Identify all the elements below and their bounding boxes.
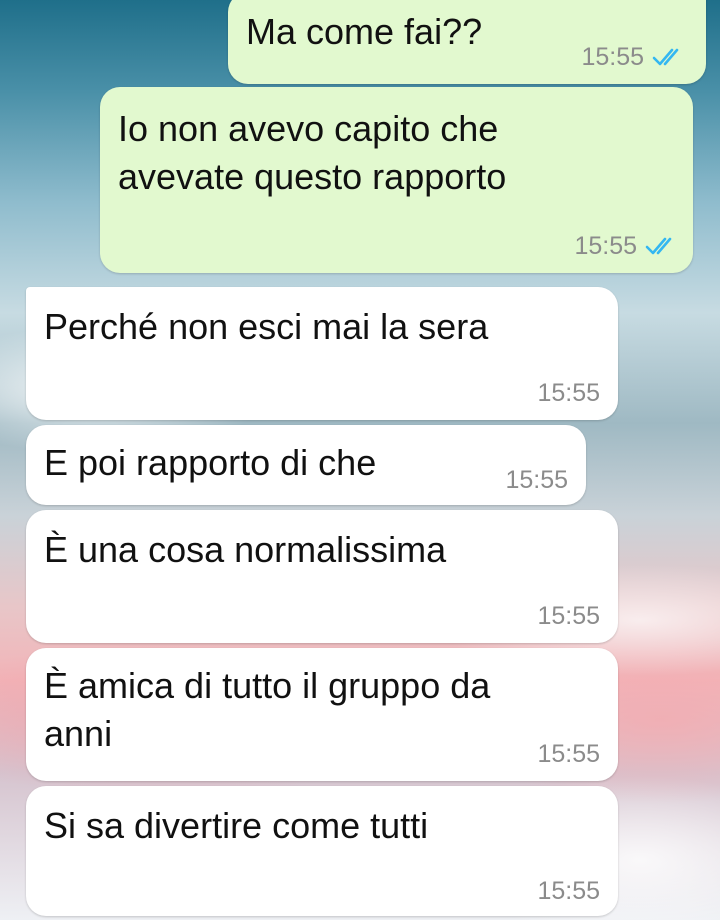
message-bubble-sent[interactable]: Ma come fai?? 15:55 — [228, 0, 706, 84]
double-check-icon — [645, 237, 672, 255]
message-bubble-received[interactable]: Si sa divertire come tutti 15:55 — [26, 786, 618, 916]
message-time: 15:55 — [537, 602, 600, 630]
message-time: 15:55 — [537, 877, 600, 905]
message-bubble-received[interactable]: È amica di tutto il gruppo da anni 15:55 — [26, 648, 618, 781]
message-time: 15:55 — [581, 43, 644, 71]
message-bubble-received[interactable]: E poi rapporto di che 15:55 — [26, 425, 586, 505]
message-meta: 15:55 — [574, 231, 677, 261]
message-meta: 15:55 — [581, 42, 684, 72]
message-bubble-sent[interactable]: Io non avevo capito che avevate questo r… — [100, 87, 693, 273]
double-check-icon — [652, 48, 679, 66]
message-text-line-1: È amica di tutto il gruppo da — [44, 665, 491, 706]
message-time: 15:55 — [505, 466, 568, 494]
message-meta: 15:55 — [505, 465, 568, 495]
message-text: Ma come fai?? — [246, 11, 483, 52]
message-text: Si sa divertire come tutti — [44, 805, 429, 846]
message-text: E poi rapporto di che — [44, 442, 377, 483]
message-bubble-received[interactable]: Perché non esci mai la sera 15:55 — [26, 287, 618, 420]
message-meta: 15:55 — [537, 876, 600, 906]
message-meta: 15:55 — [537, 378, 600, 408]
message-text-line-2: avevate questo rapporto — [118, 156, 507, 197]
message-meta: 15:55 — [537, 601, 600, 631]
message-time: 15:55 — [537, 740, 600, 768]
message-text-line-2: anni — [44, 713, 113, 754]
message-time: 15:55 — [537, 379, 600, 407]
message-meta: 15:55 — [537, 739, 600, 769]
message-time: 15:55 — [574, 232, 637, 260]
message-bubble-received[interactable]: È una cosa normalissima 15:55 — [26, 510, 618, 643]
message-text-line-1: Io non avevo capito che — [118, 108, 499, 149]
message-text: È una cosa normalissima — [44, 529, 447, 570]
message-text: Perché non esci mai la sera — [44, 306, 489, 347]
